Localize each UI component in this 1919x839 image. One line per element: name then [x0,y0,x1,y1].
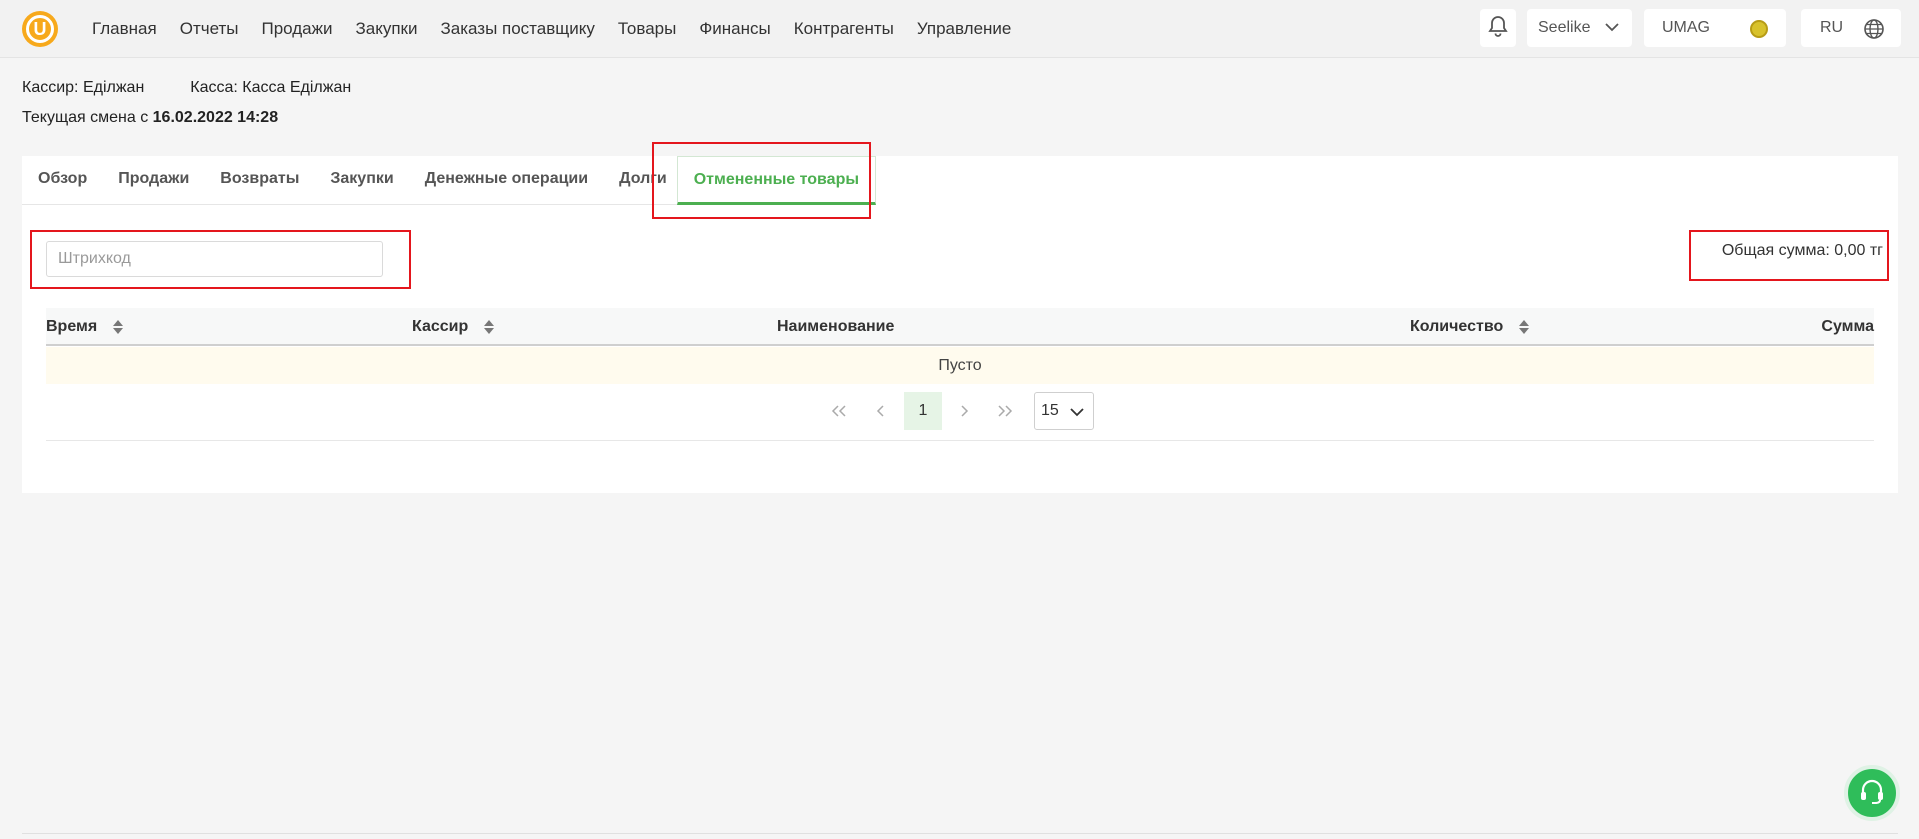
nav-item-sales[interactable]: Продажи [261,19,332,39]
store-selector[interactable]: Seelike [1527,9,1632,47]
sort-icon[interactable] [482,319,496,335]
logo-letter: U [26,15,54,43]
shift-prefix: Текущая смена с [22,109,149,126]
table-divider [46,440,1874,441]
umag-logo[interactable]: U [22,11,58,47]
column-name-label: Наименование [777,318,895,335]
globe-icon [1863,18,1885,45]
tab-purchases[interactable]: Закупки [314,156,408,205]
chevron-down-icon [1069,404,1085,425]
brand-button[interactable]: UMAG [1644,9,1786,47]
nav-item-home[interactable]: Главная [92,19,157,39]
tab-overview[interactable]: Обзор [22,156,102,205]
tab-returns[interactable]: Возвраты [204,156,314,205]
main-nav: Главная Отчеты Продажи Закупки Заказы по… [92,19,1034,39]
pagination: 1 15 [0,392,1919,430]
headset-icon [1858,777,1886,810]
nav-item-finance[interactable]: Финансы [699,19,770,39]
highlight-total [1689,230,1889,281]
store-name: Seelike [1538,19,1591,36]
session-info: Кассир: Еділжан Касса: Касса Еділжан Тек… [22,79,351,127]
highlight-cancelled-tab [652,142,871,219]
tab-bar: Обзор Продажи Возвраты Закупки Денежные … [22,156,877,205]
nav-item-supplier-orders[interactable]: Заказы поставщику [440,19,594,39]
brand-name: UMAG [1662,19,1710,36]
table-header: Время Кассир Наименование Количество Сум… [46,308,1874,346]
footer-divider [22,833,1898,834]
nav-item-reports[interactable]: Отчеты [180,19,239,39]
page-size-value: 15 [1041,402,1059,419]
tab-sales[interactable]: Продажи [102,156,204,205]
sort-icon[interactable] [1517,319,1531,335]
last-page-icon[interactable] [992,392,1018,430]
column-time[interactable]: Время [46,318,125,336]
bell-icon [1488,15,1508,42]
sort-icon[interactable] [111,319,125,335]
column-time-label: Время [46,318,98,335]
shift-start-time: 16.02.2022 14:28 [152,109,279,126]
balance-coin-icon [1750,20,1768,38]
highlight-barcode [30,230,411,289]
column-cashier-label: Кассир [412,318,469,335]
language-selector[interactable]: RU [1801,9,1901,47]
column-sum-label: Сумма [1821,318,1874,335]
cashier-label: Кассир: Еділжан [22,79,145,96]
nav-item-products[interactable]: Товары [618,19,676,39]
column-sum: Сумма [1821,318,1874,336]
nav-item-counterparties[interactable]: Контрагенты [794,19,894,39]
first-page-icon[interactable] [826,392,852,430]
content-card: Обзор Продажи Возвраты Закупки Денежные … [22,156,1898,493]
tab-cash-operations[interactable]: Денежные операции [409,156,603,205]
support-chat-button[interactable] [1844,765,1900,821]
language-code: RU [1820,19,1844,36]
prev-page-icon[interactable] [870,392,892,430]
next-page-icon[interactable] [953,392,975,430]
top-navbar: U Главная Отчеты Продажи Закупки Заказы … [0,0,1919,58]
column-quantity-label: Количество [1410,318,1504,335]
table-empty-row: Пусто [46,347,1874,384]
column-cashier[interactable]: Кассир [412,318,496,336]
page-number-current[interactable]: 1 [904,392,942,430]
nav-item-management[interactable]: Управление [917,19,1012,39]
register-label: Касса: Касса Еділжан [190,79,352,96]
column-name: Наименование [777,318,894,336]
column-quantity[interactable]: Количество [1410,318,1531,336]
notifications-button[interactable] [1480,9,1516,47]
nav-item-purchases[interactable]: Закупки [355,19,417,39]
chevron-down-icon [1604,19,1620,40]
page-size-select[interactable]: 15 [1034,392,1094,430]
